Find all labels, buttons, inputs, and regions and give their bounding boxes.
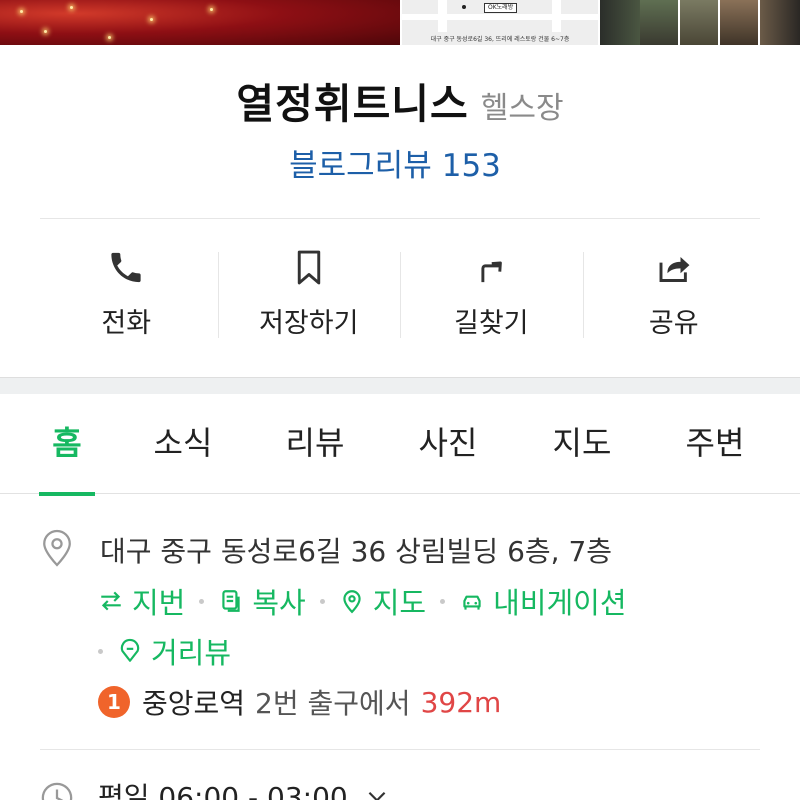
share-button[interactable]: 공유 [582,248,766,340]
navigation-label: 내비게이션 [493,586,627,620]
map-pin-icon [343,590,361,614]
copy-button[interactable]: 복사 [218,580,306,622]
subway-station: 중앙로역 [142,687,246,720]
street-view-icon [120,638,140,662]
tab-reviews[interactable]: 리뷰 [265,394,365,494]
section-separator [0,377,800,394]
divider [40,218,760,219]
subway-info: 1 중앙로역 2번 출구에서 392m [98,682,501,722]
link-separator [98,648,103,654]
sparkle [20,10,23,13]
copy-label: 복사 [252,586,306,620]
blog-review-link[interactable]: 블로그리뷰 153 [289,148,511,184]
sparkle [150,18,153,21]
share-icon [659,256,690,282]
tab-news[interactable]: 소식 [133,394,233,494]
subway-line-badge: 1 [98,686,130,718]
map-road [402,14,598,20]
divider [40,749,760,750]
business-hours-text: 평일 06:00 - 03:00 [98,781,348,800]
map-tag-label: OK노래방 [484,3,518,13]
subway-distance: 392m [420,685,502,719]
chevron-down-icon [368,791,386,800]
car-icon [463,595,481,610]
copy-icon [222,590,241,612]
sparkle [210,8,213,11]
street-view-button[interactable]: 거리뷰 [117,630,231,672]
subway-exit: 2번 출구에서 [255,687,411,720]
phone-icon [111,252,141,283]
business-hours[interactable]: 평일 06:00 - 03:00 [98,776,390,800]
place-category: 헬스장 [480,91,564,126]
map-link-button[interactable]: 지도 [339,580,426,622]
blog-review-label: 블로그리뷰 [289,148,432,184]
gym-people-photo[interactable] [600,0,800,45]
photo-tile [640,0,680,45]
address-links: 지번 복사 지도 내비게이션 [98,580,627,622]
navigation-button[interactable]: 내비게이션 [459,580,627,622]
tab-photos[interactable]: 사진 [398,394,498,494]
location-pin-icon [43,529,71,567]
clock-icon [41,782,73,800]
tab-bar: 홈 소식 리뷰 사진 지도 주변 [0,394,800,496]
sparkle [44,30,47,33]
swap-arrows-icon [101,591,121,611]
place-title-row: 열정휘트니스 헬스장 [0,70,800,130]
tab-map[interactable]: 지도 [532,394,632,494]
place-name: 열정휘트니스 [236,80,469,128]
photo-tile [680,0,720,45]
bookmark-icon [297,250,320,285]
street-view-label: 거리뷰 [151,636,232,670]
address-links-row2: 거리뷰 [98,630,231,672]
photo-tile [720,0,760,45]
lot-number-label: 지번 [132,586,186,620]
sparkle [108,36,111,39]
photo-strip[interactable]: OK노래방 대구 중구 동성로6길 36, 뜨리에 레스토랑 건물 6~7층 [0,0,800,45]
tab-home[interactable]: 홈 [17,394,117,496]
call-button[interactable]: 전화 [35,248,218,340]
call-label: 전화 [101,308,152,339]
map-caption: 대구 중구 동성로6길 36, 뜨리에 레스토랑 건물 6~7층 [430,36,570,43]
directions-icon [481,261,503,283]
map-marker-dot [462,5,466,9]
action-bar: 전화 저장하기 길찾기 공유 [35,248,765,340]
gym-photo-red[interactable] [0,0,400,45]
directions-button[interactable]: 길찾기 [400,248,583,340]
map-link-label: 지도 [372,586,427,620]
lot-number-button[interactable]: 지번 [98,580,185,622]
link-separator [199,598,205,604]
blog-review-count: 153 [441,148,501,184]
address-text: 대구 중구 동성로6길 36 상림빌딩 6층, 7층 [100,535,613,568]
map-photo[interactable]: OK노래방 대구 중구 동성로6길 36, 뜨리에 레스토랑 건물 6~7층 [400,0,600,45]
save-label: 저장하기 [259,308,359,339]
share-label: 공유 [648,308,699,339]
sparkle [70,6,73,9]
save-button[interactable]: 저장하기 [217,248,401,340]
link-separator [440,598,446,604]
link-separator [319,598,325,604]
directions-label: 길찾기 [453,308,529,339]
review-row: 블로그리뷰 153 [0,140,800,185]
tab-nearby[interactable]: 주변 [665,394,765,494]
